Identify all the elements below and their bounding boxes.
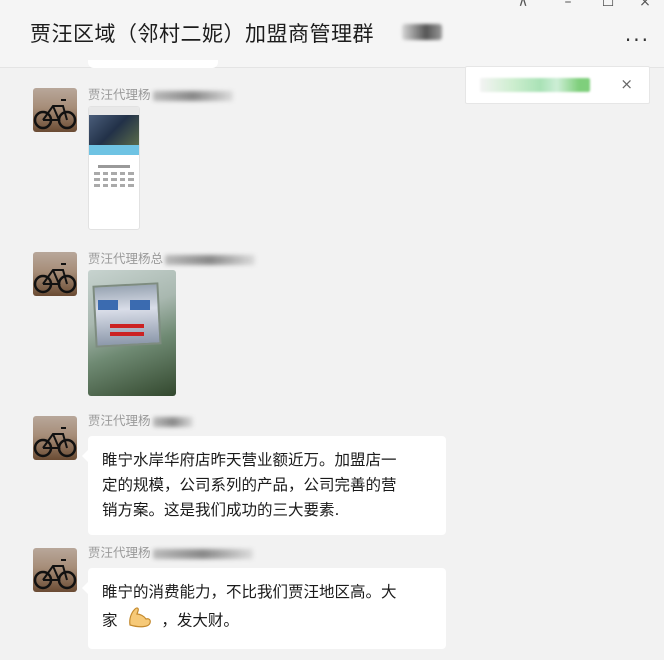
sender-name-text: 贾汪代理杨 (88, 545, 151, 560)
notice-banner[interactable]: × (465, 66, 650, 104)
sender-name-text: 贾汪代理杨 (88, 413, 151, 428)
avatar[interactable] (33, 252, 77, 296)
avatar[interactable] (33, 548, 77, 592)
image-message[interactable] (88, 270, 176, 396)
sender-redaction (152, 416, 193, 427)
sender-redaction (152, 548, 253, 559)
avatar[interactable] (33, 88, 77, 132)
notice-redaction (480, 78, 590, 92)
sender-name-text: 贾汪代理杨总 (88, 251, 164, 266)
sender-name: 贾汪代理杨总 (88, 248, 256, 267)
message-text: 家 (102, 611, 118, 630)
sender-name: 贾汪代理杨 (88, 542, 253, 561)
message-text: ，发大财。 (161, 611, 239, 630)
message-line: 定的规模，公司系列的产品，公司完善的营 (102, 476, 397, 494)
message-line-with-emoji: 家 ，发大财。 (102, 605, 432, 637)
sender-name-text: 贾汪代理杨 (88, 87, 151, 102)
sender-name: 贾汪代理杨 (88, 410, 193, 429)
pin-icon[interactable]: ⊼ (512, 0, 534, 10)
flexed-biceps-icon (126, 605, 152, 637)
more-options-button[interactable]: ··· (625, 28, 650, 52)
sender-redaction (165, 254, 256, 265)
message-line: 睢宁水岸华府店昨天营业额近万。加盟店一 (102, 451, 397, 469)
text-message[interactable]: 睢宁的消费能力，不比我们贾汪地区高。大 家 ，发大财。 (82, 568, 446, 649)
sender-name: 贾汪代理杨 (88, 84, 233, 103)
maximize-icon[interactable]: ☐ (597, 0, 619, 10)
chat-title: 贾汪区域（邻村二妮）加盟商管理群 (30, 22, 374, 46)
message-line: 睢宁的消费能力，不比我们贾汪地区高。大 (102, 583, 397, 601)
minimize-icon[interactable]: – (557, 0, 579, 10)
close-icon[interactable]: × (634, 0, 656, 10)
message-line: 销方案。这是我们成功的三大要素. (102, 501, 340, 519)
notice-close-button[interactable]: × (620, 75, 633, 93)
chat-header: ⊼ – ☐ × 贾汪区域（邻村二妮）加盟商管理群 ··· (0, 0, 664, 68)
text-message[interactable]: 睢宁水岸华府店昨天营业额近万。加盟店一 定的规模，公司系列的产品，公司完善的营 … (82, 436, 446, 535)
image-message[interactable] (88, 106, 140, 230)
avatar[interactable] (33, 416, 77, 460)
sender-redaction (152, 90, 233, 101)
title-redaction (402, 24, 442, 40)
previous-message-stub (88, 60, 218, 68)
